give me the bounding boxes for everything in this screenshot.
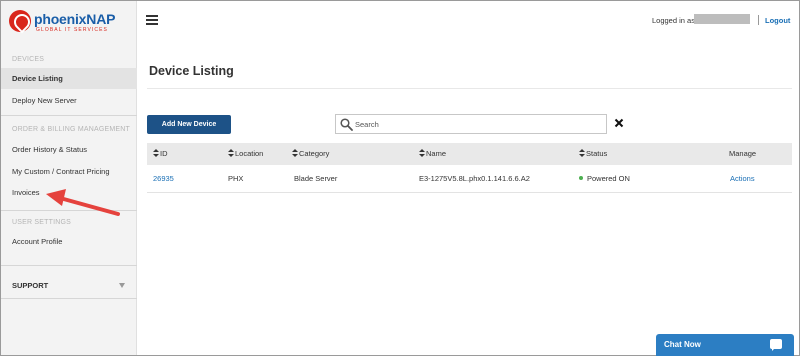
device-id-link[interactable]: 26935 (153, 165, 174, 193)
sidebar-item-custom-pricing[interactable]: My Custom / Contract Pricing (1, 161, 137, 182)
sidebar-divider (1, 265, 137, 266)
sidebar-support-toggle[interactable]: SUPPORT (1, 275, 137, 297)
search-box (335, 114, 607, 134)
sort-icon (579, 149, 585, 157)
sidebar-item-deploy-new-server[interactable]: Deploy New Server (1, 90, 137, 111)
sort-icon (292, 149, 298, 157)
search-icon (340, 118, 353, 131)
column-header-manage: Manage (729, 149, 757, 158)
cell-name: E3-1275V5.8L.phx0.1.141.6.6.A2 (419, 174, 530, 183)
sort-icon (419, 149, 425, 157)
sort-icon (153, 149, 159, 157)
status-text: Powered ON (587, 174, 630, 183)
search-input[interactable] (355, 117, 600, 131)
support-label: SUPPORT (12, 281, 49, 290)
cell-status: Powered ON (579, 165, 630, 193)
add-new-device-button[interactable]: Add New Device (147, 115, 231, 134)
table-header: ID Location Category Name Status Manage (147, 143, 792, 165)
column-header-id[interactable]: ID (153, 143, 168, 165)
chat-icon (770, 339, 782, 351)
status-dot-icon (579, 176, 583, 181)
hamburger-icon[interactable] (146, 15, 158, 25)
column-header-name[interactable]: Name (419, 143, 446, 165)
logo-wordmark: phoenixNAP (34, 11, 115, 27)
cell-category: Blade Server (294, 174, 338, 183)
sidebar-item-invoices[interactable]: Invoices (1, 182, 137, 203)
title-divider (147, 88, 792, 89)
close-icon[interactable] (614, 118, 624, 128)
section-user-settings: USER SETTINGS (12, 219, 71, 226)
logo-name-a: phoenix (34, 11, 87, 27)
sort-icon (228, 149, 234, 157)
sidebar-item-account-profile[interactable]: Account Profile (1, 231, 137, 252)
logo-name-b: NAP (86, 11, 116, 27)
chat-label: Chat Now (664, 340, 701, 349)
logged-in-label: Logged in as (652, 16, 695, 25)
column-header-category[interactable]: Category (292, 143, 329, 165)
section-devices: DEVICES (12, 56, 45, 63)
username-redacted (694, 14, 750, 24)
column-label: Status (586, 149, 608, 158)
column-label: Category (299, 149, 330, 158)
chat-now-button[interactable]: Chat Now (656, 334, 794, 356)
cell-location: PHX (228, 174, 244, 183)
column-label: ID (160, 149, 168, 158)
sidebar-item-device-listing[interactable]: Device Listing (1, 68, 137, 89)
column-header-status[interactable]: Status (579, 143, 607, 165)
logout-link[interactable]: Logout (765, 16, 790, 25)
column-header-location[interactable]: Location (228, 143, 263, 165)
logo-mark-icon (9, 10, 31, 32)
header-separator (758, 15, 759, 25)
section-order-billing: ORDER & BILLING MANAGEMENT (12, 126, 130, 133)
sidebar-divider (1, 115, 137, 116)
page-title: Device Listing (149, 64, 234, 78)
actions-link[interactable]: Actions (730, 165, 755, 193)
column-label: Location (235, 149, 264, 158)
brand-logo[interactable]: phoenixNAP GLOBAL IT SERVICES (9, 10, 134, 36)
chevron-down-icon (119, 283, 125, 288)
column-label: Name (426, 149, 447, 158)
sidebar-divider (1, 298, 137, 299)
table-row: 26935 PHX Blade Server E3-1275V5.8L.phx0… (147, 165, 792, 193)
logo-tagline: GLOBAL IT SERVICES (36, 27, 108, 33)
sidebar-divider (1, 210, 137, 211)
sidebar: phoenixNAP GLOBAL IT SERVICES DEVICES De… (1, 1, 137, 355)
sidebar-item-order-history[interactable]: Order History & Status (1, 139, 137, 160)
